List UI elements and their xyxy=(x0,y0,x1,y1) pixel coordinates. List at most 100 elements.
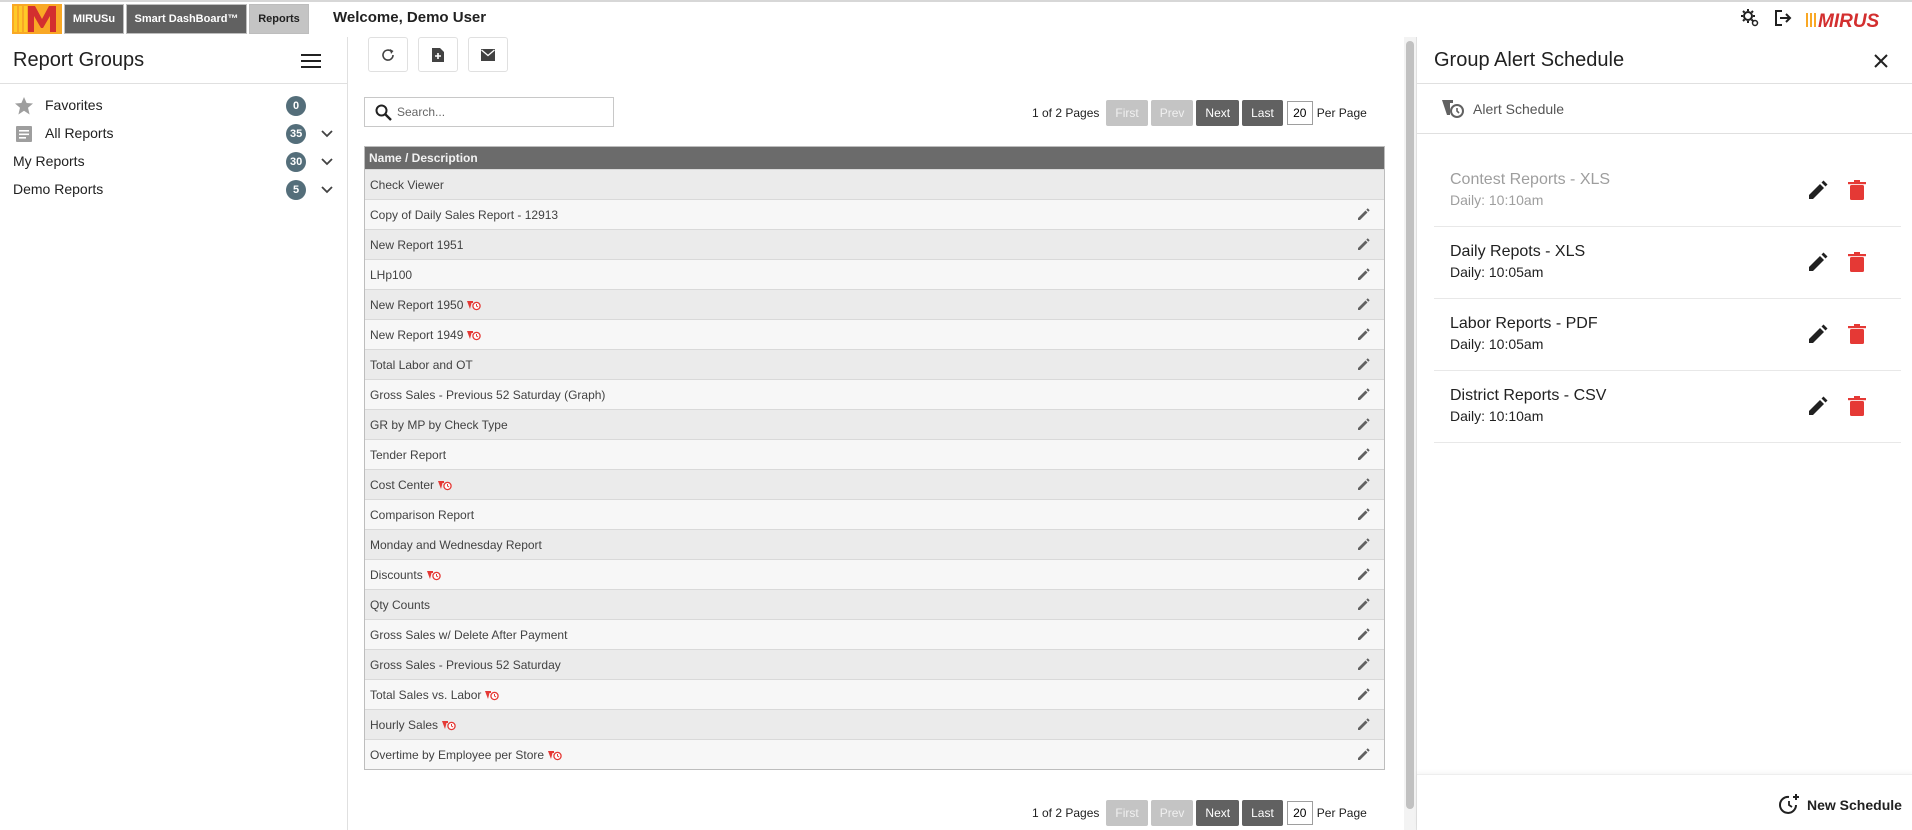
table-row[interactable]: New Report 1951 xyxy=(365,229,1384,259)
edit-icon[interactable] xyxy=(1807,395,1829,417)
table-row[interactable]: Tender Report xyxy=(365,439,1384,469)
report-name[interactable]: Gross Sales w/ Delete After Payment xyxy=(370,628,567,642)
report-name[interactable]: Overtime by Employee per Store xyxy=(370,748,544,762)
prev-page-button[interactable]: Prev xyxy=(1150,100,1194,126)
tab-smart-dashboard[interactable]: Smart DashBoard™ xyxy=(126,4,247,34)
new-schedule-button[interactable]: New Schedule xyxy=(1777,793,1902,817)
report-name[interactable]: Comparison Report xyxy=(370,508,474,522)
schedule-item[interactable]: District Reports - CSV Daily: 10:10am xyxy=(1434,371,1901,443)
last-page-button[interactable]: Last xyxy=(1242,800,1283,826)
edit-pencil-icon[interactable] xyxy=(1357,598,1370,611)
sidebar-item-demo-reports[interactable]: Demo Reports 5 xyxy=(0,175,348,203)
tab-mirusu[interactable]: MIRUSu xyxy=(64,4,124,34)
first-page-button[interactable]: First xyxy=(1106,800,1148,826)
scrollbar-thumb[interactable] xyxy=(1406,41,1414,809)
report-name[interactable]: Total Labor and OT xyxy=(370,358,473,372)
edit-pencil-icon[interactable] xyxy=(1357,268,1370,281)
report-name[interactable]: Hourly Sales xyxy=(370,718,438,732)
table-row[interactable]: Check Viewer xyxy=(365,169,1384,199)
table-row[interactable]: Gross Sales - Previous 52 Saturday (Grap… xyxy=(365,379,1384,409)
chevron-down-icon[interactable] xyxy=(320,155,334,169)
edit-icon[interactable] xyxy=(1807,179,1829,201)
table-row[interactable]: Hourly Sales xyxy=(365,709,1384,739)
chevron-down-icon[interactable] xyxy=(320,183,334,197)
delete-trash-icon[interactable] xyxy=(1847,179,1867,201)
report-name[interactable]: Check Viewer xyxy=(370,178,444,192)
edit-icon[interactable] xyxy=(1807,251,1829,273)
per-page-input[interactable] xyxy=(1286,801,1313,825)
report-name[interactable]: New Report 1950 xyxy=(370,298,463,312)
first-page-button[interactable]: First xyxy=(1106,100,1148,126)
report-name[interactable]: Total Sales vs. Labor xyxy=(370,688,481,702)
edit-pencil-icon[interactable] xyxy=(1357,508,1370,521)
edit-pencil-icon[interactable] xyxy=(1357,448,1370,461)
edit-pencil-icon[interactable] xyxy=(1357,418,1370,431)
per-page-input[interactable] xyxy=(1286,101,1313,125)
refresh-button[interactable] xyxy=(368,37,408,72)
edit-pencil-icon[interactable] xyxy=(1357,478,1370,491)
report-name[interactable]: GR by MP by Check Type xyxy=(370,418,508,432)
report-name[interactable]: Gross Sales - Previous 52 Saturday (Grap… xyxy=(370,388,605,402)
mirus-logo-icon[interactable] xyxy=(12,4,62,34)
report-name[interactable]: New Report 1951 xyxy=(370,238,463,252)
chevron-down-icon[interactable] xyxy=(320,127,334,141)
report-name[interactable]: New Report 1949 xyxy=(370,328,463,342)
table-row[interactable]: GR by MP by Check Type xyxy=(365,409,1384,439)
tab-reports[interactable]: Reports xyxy=(249,4,309,34)
last-page-button[interactable]: Last xyxy=(1242,100,1283,126)
edit-icon[interactable] xyxy=(1807,323,1829,345)
new-report-button[interactable] xyxy=(418,37,458,72)
table-row[interactable]: Overtime by Employee per Store xyxy=(365,739,1384,769)
edit-pencil-icon[interactable] xyxy=(1357,298,1370,311)
report-name[interactable]: Cost Center xyxy=(370,478,434,492)
table-row[interactable]: Discounts xyxy=(365,559,1384,589)
edit-pencil-icon[interactable] xyxy=(1357,238,1370,251)
delete-trash-icon[interactable] xyxy=(1847,395,1867,417)
edit-pencil-icon[interactable] xyxy=(1357,208,1370,221)
logout-icon[interactable] xyxy=(1773,8,1793,28)
report-name[interactable]: Gross Sales - Previous 52 Saturday xyxy=(370,658,561,672)
table-row[interactable]: Cost Center xyxy=(365,469,1384,499)
email-button[interactable] xyxy=(468,37,508,72)
close-icon[interactable] xyxy=(1873,53,1889,69)
sidebar-item-favorites[interactable]: Favorites 0 xyxy=(0,91,348,119)
report-name[interactable]: Tender Report xyxy=(370,448,446,462)
schedule-item[interactable]: Daily Repots - XLS Daily: 10:05am xyxy=(1434,227,1901,299)
edit-pencil-icon[interactable] xyxy=(1357,568,1370,581)
sidebar-item-my-reports[interactable]: My Reports 30 xyxy=(0,147,348,175)
edit-pencil-icon[interactable] xyxy=(1357,748,1370,761)
schedule-item[interactable]: Contest Reports - XLS Daily: 10:10am xyxy=(1434,155,1901,227)
report-name[interactable]: Monday and Wednesday Report xyxy=(370,538,542,552)
table-row[interactable]: Total Labor and OT xyxy=(365,349,1384,379)
table-row[interactable]: Gross Sales - Previous 52 Saturday xyxy=(365,649,1384,679)
report-name[interactable]: Discounts xyxy=(370,568,423,582)
main-scrollbar[interactable] xyxy=(1404,37,1416,830)
report-name[interactable]: LHp100 xyxy=(370,268,412,282)
delete-trash-icon[interactable] xyxy=(1847,251,1867,273)
edit-pencil-icon[interactable] xyxy=(1357,388,1370,401)
table-row[interactable]: Gross Sales w/ Delete After Payment xyxy=(365,619,1384,649)
table-row[interactable]: New Report 1949 xyxy=(365,319,1384,349)
report-name[interactable]: Qty Counts xyxy=(370,598,430,612)
edit-pencil-icon[interactable] xyxy=(1357,538,1370,551)
table-row[interactable]: New Report 1950 xyxy=(365,289,1384,319)
edit-pencil-icon[interactable] xyxy=(1357,628,1370,641)
table-row[interactable]: Copy of Daily Sales Report - 12913 xyxy=(365,199,1384,229)
next-page-button[interactable]: Next xyxy=(1196,100,1240,126)
report-name[interactable]: Copy of Daily Sales Report - 12913 xyxy=(370,208,558,222)
edit-pencil-icon[interactable] xyxy=(1357,658,1370,671)
hamburger-menu-icon[interactable] xyxy=(301,53,321,69)
table-row[interactable]: Total Sales vs. Labor xyxy=(365,679,1384,709)
table-row[interactable]: Monday and Wednesday Report xyxy=(365,529,1384,559)
table-row[interactable]: Comparison Report xyxy=(365,499,1384,529)
edit-pencil-icon[interactable] xyxy=(1357,718,1370,731)
table-row[interactable]: LHp100 xyxy=(365,259,1384,289)
schedule-item[interactable]: Labor Reports - PDF Daily: 10:05am xyxy=(1434,299,1901,371)
edit-pencil-icon[interactable] xyxy=(1357,358,1370,371)
delete-trash-icon[interactable] xyxy=(1847,323,1867,345)
edit-pencil-icon[interactable] xyxy=(1357,328,1370,341)
edit-pencil-icon[interactable] xyxy=(1357,688,1370,701)
prev-page-button[interactable]: Prev xyxy=(1150,800,1194,826)
sidebar-item-all-reports[interactable]: All Reports 35 xyxy=(0,119,348,147)
next-page-button[interactable]: Next xyxy=(1196,800,1240,826)
